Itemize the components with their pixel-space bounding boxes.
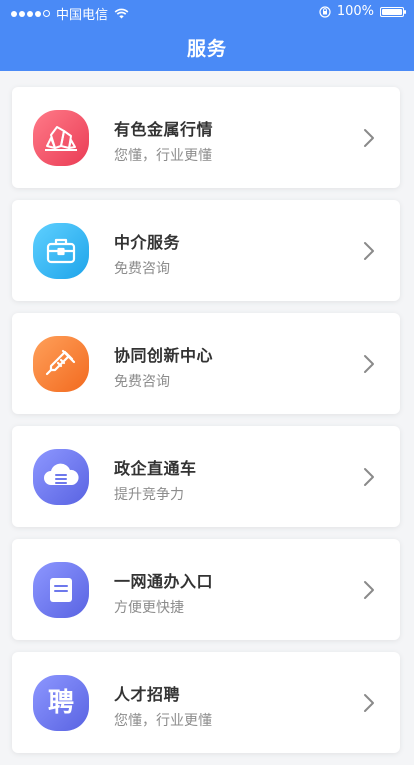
signal-icon [11, 10, 50, 17]
service-subtitle: 提升竞争力 [114, 487, 184, 503]
chevron-right-icon [364, 129, 374, 147]
orientation-lock-icon [319, 5, 331, 18]
service-title: 中介服务 [114, 233, 181, 252]
service-title: 协同创新中心 [114, 346, 214, 365]
service-subtitle: 方便更快捷 [114, 600, 184, 616]
status-bar: 中国电信 100% [0, 0, 414, 24]
chevron-right-icon [364, 694, 374, 712]
battery-percent: 100% [336, 4, 374, 19]
service-item-metal-market[interactable]: 有色金属行情 您懂，行业更懂 [12, 87, 400, 188]
service-title: 有色金属行情 [114, 120, 214, 139]
recruit-icon-glyph: 聘 [47, 688, 74, 718]
service-subtitle: 您懂，行业更懂 [114, 713, 212, 729]
wifi-icon [114, 8, 129, 19]
cloud-icon [33, 449, 89, 505]
service-subtitle: 免费咨询 [114, 261, 170, 277]
chevron-right-icon [364, 581, 374, 599]
service-title: 人才招聘 [114, 685, 181, 704]
crystal-icon [33, 110, 89, 166]
battery-icon [380, 6, 406, 17]
carrier-name: 中国电信 [56, 8, 109, 23]
syringe-icon [33, 336, 89, 392]
service-list: 有色金属行情 您懂，行业更懂 中介服务 免费咨询 协同创新中心 免费咨询 政企直… [12, 87, 400, 765]
service-title: 政企直通车 [114, 459, 197, 478]
chevron-right-icon [364, 355, 374, 373]
service-title: 一网通办入口 [114, 572, 214, 591]
service-item-gov-express[interactable]: 政企直通车 提升竞争力 [12, 426, 400, 527]
recruit-icon: 聘 [33, 675, 89, 731]
service-item-one-network[interactable]: 一网通办入口 方便更快捷 [12, 539, 400, 640]
page-title: 服务 [186, 38, 227, 60]
service-subtitle: 您懂，行业更懂 [114, 148, 212, 164]
service-subtitle: 免费咨询 [114, 374, 170, 390]
chevron-right-icon [364, 242, 374, 260]
chevron-right-icon [364, 468, 374, 486]
service-item-recruitment[interactable]: 聘 人才招聘 您懂，行业更懂 [12, 652, 400, 753]
briefcase-icon [33, 223, 89, 279]
service-item-agency[interactable]: 中介服务 免费咨询 [12, 200, 400, 301]
document-icon [33, 562, 89, 618]
service-item-innovation-center[interactable]: 协同创新中心 免费咨询 [12, 313, 400, 414]
header: 中国电信 100% 服务 [0, 0, 414, 71]
